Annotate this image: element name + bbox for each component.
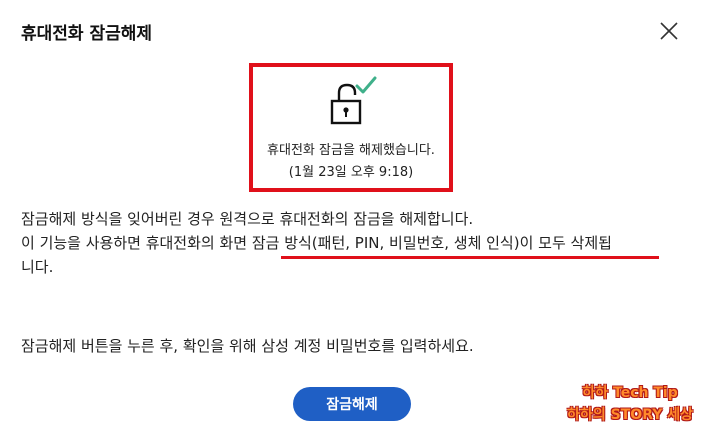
close-icon	[660, 22, 678, 40]
unlock-phone-dialog: 휴대전화 잠금해제 휴대전화 잠금을 해제했습니다. (1월 23일 오후 9:…	[0, 0, 701, 436]
watermark-line-1: 하하 Tech Tip	[582, 385, 678, 401]
unlocked-padlock-check-icon	[329, 75, 381, 131]
instruction-text: 잠금해제 버튼을 누른 후, 확인을 위해 삼성 계정 비밀번호를 입력하세요.	[21, 337, 474, 355]
lock-methods-warning: 잠금 방식(패턴, PIN, 비밀번호, 생체 인식)이 모두 삭제됩	[251, 234, 612, 252]
close-button[interactable]	[655, 17, 683, 45]
watermark: 하하 Tech Tip 하하의 STORY 세상	[567, 382, 693, 426]
unlock-timestamp: (1월 23일 오후 9:18)	[288, 165, 414, 180]
description-text: 잠금해제 방식을 잊어버린 경우 원격으로 휴대전화의 잠금을 해제합니다. 이…	[21, 207, 683, 279]
unlock-success-message: 휴대전화 잠금을 해제했습니다.	[267, 143, 435, 158]
unlock-status-panel: 휴대전화 잠금을 해제했습니다. (1월 23일 오후 9:18)	[249, 63, 453, 192]
highlight-underline	[281, 256, 659, 259]
description-line-2-prefix: 이 기능을 사용하면 휴대전화의 화면	[21, 234, 252, 252]
description-line-1: 잠금해제 방식을 잊어버린 경우 원격으로 휴대전화의 잠금을 해제합니다.	[21, 210, 474, 228]
description-line-2: 이 기능을 사용하면 휴대전화의 화면 잠금 방식(패턴, PIN, 비밀번호,…	[21, 231, 683, 255]
unlock-button[interactable]: 잠금해제	[293, 387, 411, 421]
dialog-title: 휴대전화 잠금해제	[21, 24, 153, 44]
watermark-line-2: 하하의 STORY 세상	[567, 407, 693, 423]
